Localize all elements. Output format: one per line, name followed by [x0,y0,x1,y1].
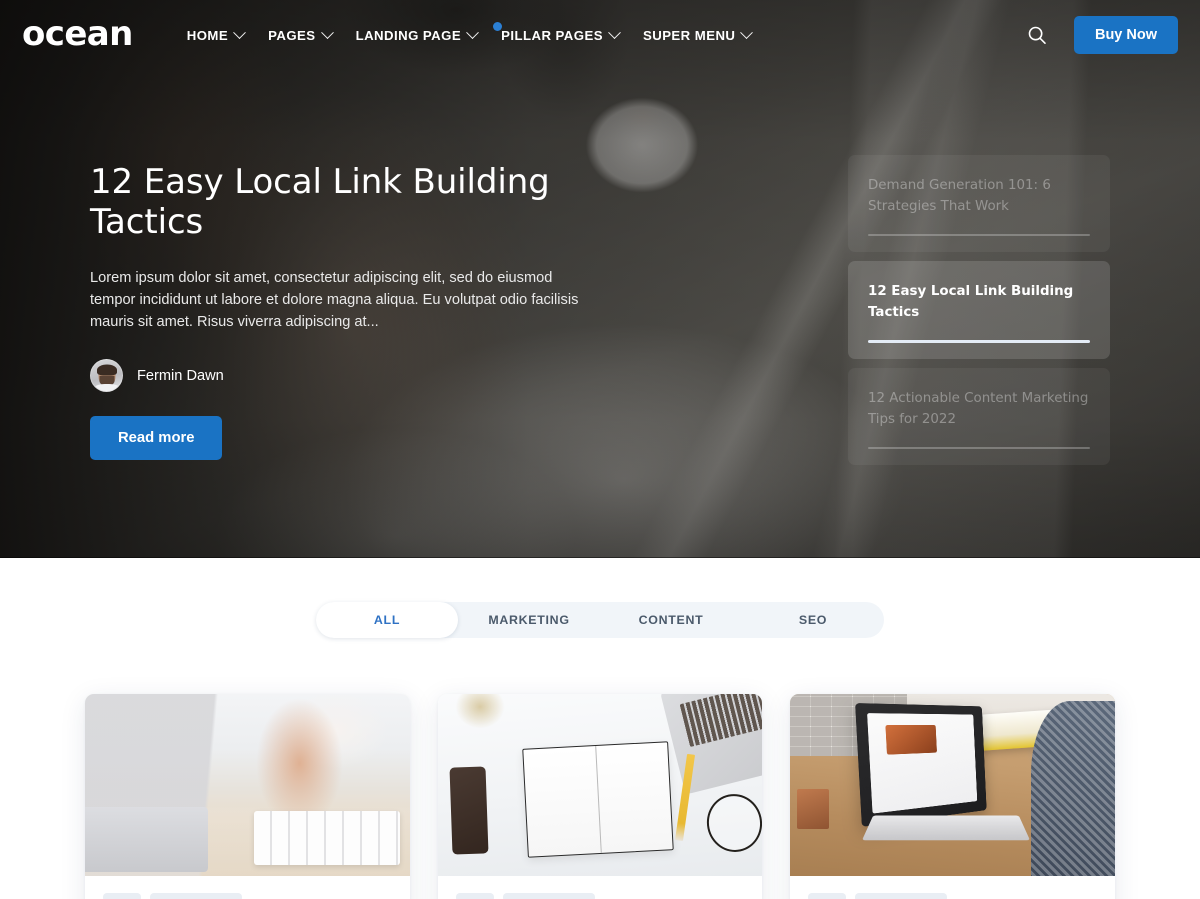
hero-author: Fermin Dawn [90,359,620,393]
blog-post-card[interactable] [790,694,1115,899]
post-tag-placeholder [502,893,595,899]
hero-article-title: 12 Actionable Content Marketing Tips for… [868,390,1089,427]
post-tag-placeholder [150,893,242,899]
tab-seo[interactable]: SEO [742,602,884,638]
chevron-down-icon [233,25,246,39]
phone-shape [449,766,488,855]
search-icon[interactable] [1022,20,1052,50]
pen-holder-shape [796,788,830,829]
screen-shape [867,713,978,813]
post-tag-placeholder [855,893,948,899]
avatar-hair [96,364,117,376]
chevron-down-icon [466,25,479,39]
tab-content[interactable]: CONTENT [600,602,742,638]
nav-item-label: PILLAR PAGES [501,27,603,43]
nav-item-landing-page[interactable]: LANDING PAGE [344,0,490,70]
author-name: Fermin Dawn [137,367,224,384]
post-tag-row [808,893,1097,899]
site-logo[interactable]: ocean [22,17,133,51]
filter-tabs: ALL MARKETING CONTENT SEO [316,602,884,638]
hero-description: Lorem ipsum dolor sit amet, consectetur … [90,270,579,331]
nav-item-label: HOME [186,27,229,43]
post-tag-placeholder [808,893,847,899]
nav-actions: Buy Now [1022,16,1178,54]
avatar-body [93,384,120,392]
hero-article-card-active[interactable]: 12 Easy Local Link Building Tactics [848,261,1110,359]
person-arm-shape [1030,701,1115,876]
post-thumbnail [85,694,410,876]
post-body [85,876,410,899]
nav-item-super-menu[interactable]: SUPER MENU [631,0,763,70]
laptop-keyboard-shape [862,815,1031,841]
nav-item-label: PAGES [268,27,316,43]
hero-article-list: Demand Generation 101: 6 Strategies That… [848,155,1110,474]
read-more-button[interactable]: Read more [90,416,223,461]
tab-all[interactable]: ALL [316,602,458,638]
main-navigation: ocean HOME PAGES LANDING PAGE PILLAR PAG… [0,0,1200,70]
post-thumbnail [437,694,763,876]
filter-tabs-section: ALL MARKETING CONTENT SEO [0,558,1200,638]
post-tag-row [455,893,745,899]
laptop-shape [660,694,763,794]
tab-marketing[interactable]: MARKETING [458,602,600,638]
chevron-down-icon [608,25,621,39]
hero-content: 12 Easy Local Link Building Tactics Lore… [0,0,1200,558]
hero-article-title: Demand Generation 101: 6 Strategies That… [868,178,1051,214]
hero-article-card[interactable]: Demand Generation 101: 6 Strategies That… [848,155,1110,252]
hero-title: 12 Easy Local Link Building Tactics [90,162,550,243]
nav-item-pillar-pages[interactable]: PILLAR PAGES [489,0,631,70]
hero-section: ocean HOME PAGES LANDING PAGE PILLAR PAG… [0,0,1200,558]
nav-item-home[interactable]: HOME [179,0,256,70]
post-body [790,876,1115,899]
hero-copy: 12 Easy Local Link Building Tactics Lore… [90,162,620,461]
chevron-down-icon [320,25,334,39]
notebook-shape [522,741,675,858]
hero-article-title: 12 Easy Local Link Building Tactics [868,284,1074,320]
blog-post-card[interactable] [437,694,763,899]
blog-post-card[interactable] [85,694,410,899]
post-body [438,876,763,899]
nav-item-pages[interactable]: PAGES [256,0,343,70]
blog-post-grid [0,638,1200,899]
hero-article-progress-bar [868,446,1090,449]
avatar [90,359,123,393]
post-tag-placeholder [103,893,141,899]
chevron-down-icon [740,25,754,39]
nav-links: HOME PAGES LANDING PAGE PILLAR PAGES SUP… [179,0,764,70]
hero-article-progress-bar [868,234,1090,236]
post-tag-placeholder [455,893,494,899]
nav-item-label: LANDING PAGE [355,27,462,43]
buy-now-button[interactable]: Buy Now [1073,16,1178,54]
hero-article-card[interactable]: 12 Actionable Content Marketing Tips for… [848,367,1110,465]
laptop-screen-shape [854,702,987,827]
hero-article-progress-bar [868,340,1090,343]
post-thumbnail [790,694,1115,876]
post-tag-row [103,893,392,899]
glasses-shape [701,788,763,858]
nav-item-label: SUPER MENU [642,27,736,43]
